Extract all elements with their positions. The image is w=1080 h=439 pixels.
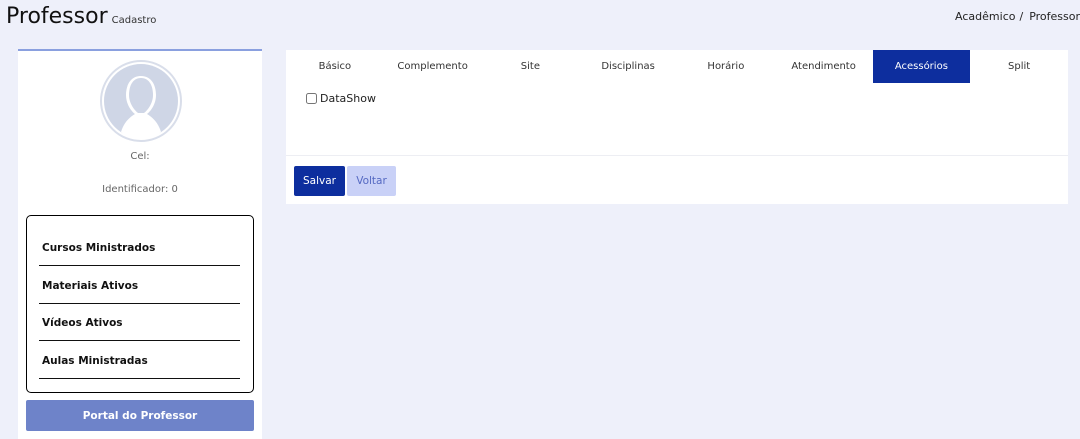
stat-cursos-ministrados: Cursos Ministrados [39, 229, 240, 266]
page-title: Professor Cadastro [6, 4, 156, 29]
profile-card: Cel: Identificador: 0 Cursos Ministrados… [18, 49, 262, 439]
tab-complemento[interactable]: Complemento [384, 50, 482, 83]
main-panel: Básico Complemento Site Disciplinas Horá… [286, 50, 1068, 204]
datashow-label: DataShow [320, 92, 376, 105]
page-title-text: Professor [6, 4, 108, 29]
portal-professor-button[interactable]: Portal do Professor [26, 400, 254, 431]
stats-box: Cursos Ministrados Materiais Ativos Víde… [26, 215, 254, 393]
datashow-checkbox[interactable] [306, 93, 317, 104]
breadcrumb-separator: / [1019, 10, 1024, 23]
stat-aulas-ministradas: Aulas Ministradas [39, 342, 240, 379]
breadcrumb: Acadêmico / Professor [955, 10, 1080, 23]
identifier-label: Identificador: 0 [102, 184, 178, 195]
tab-bar: Básico Complemento Site Disciplinas Horá… [286, 50, 1068, 83]
datashow-option[interactable]: DataShow [306, 92, 376, 105]
back-button[interactable]: Voltar [347, 166, 396, 196]
breadcrumb-link-academico[interactable]: Acadêmico [955, 10, 1015, 23]
tab-basico[interactable]: Básico [286, 50, 384, 83]
user-placeholder-icon [100, 60, 182, 142]
cel-label: Cel: [130, 151, 150, 162]
divider [286, 155, 1068, 156]
tab-atendimento[interactable]: Atendimento [775, 50, 873, 83]
tab-split[interactable]: Split [970, 50, 1068, 83]
stat-materiais-ativos: Materiais Ativos [39, 267, 240, 304]
tab-acessorios[interactable]: Acessórios [872, 50, 971, 83]
page-subtitle: Cadastro [111, 15, 157, 26]
stat-videos-ativos: Vídeos Ativos [39, 304, 240, 341]
tab-horario[interactable]: Horário [677, 50, 775, 83]
tab-site[interactable]: Site [482, 50, 580, 83]
save-button[interactable]: Salvar [294, 166, 345, 196]
breadcrumb-current: Professor [1029, 10, 1080, 23]
tab-disciplinas[interactable]: Disciplinas [579, 50, 677, 83]
